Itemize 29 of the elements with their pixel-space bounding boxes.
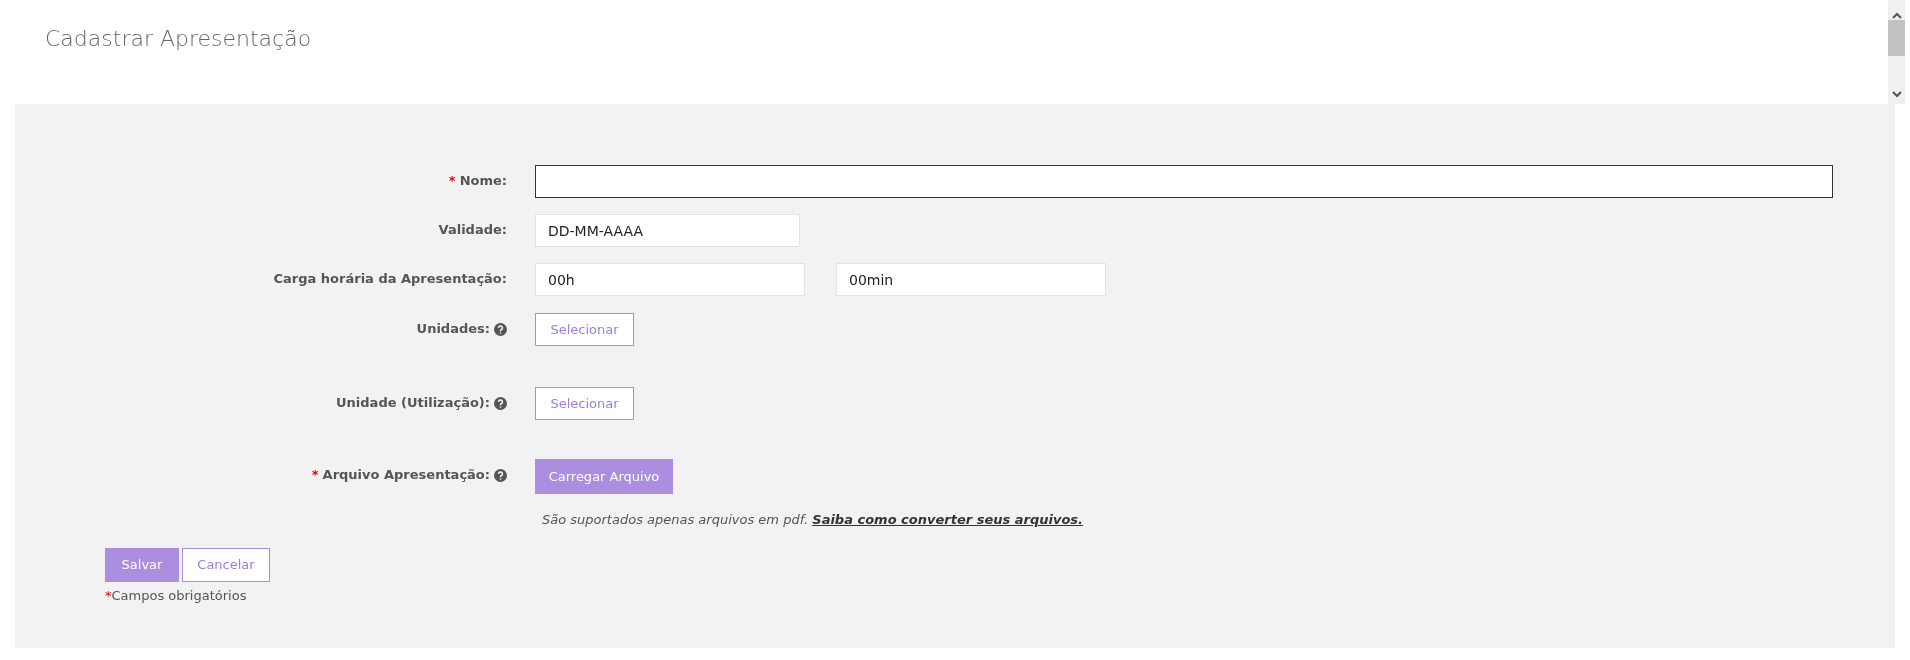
cancel-button[interactable]: Cancelar [182, 547, 270, 582]
hours-field[interactable]: 00h [535, 263, 805, 296]
field-label: Arquivo Apresentação: [322, 466, 490, 485]
help-icon [494, 322, 507, 336]
save-button[interactable]: Salvar [105, 547, 179, 582]
field-label: Validade: [438, 221, 507, 240]
scrollbar-thumb[interactable] [1888, 20, 1905, 56]
required-mark: * [448, 172, 456, 191]
scroll-down-icon[interactable] [1891, 90, 1902, 98]
help-icon [494, 468, 507, 482]
scrollbar[interactable] [1888, 0, 1905, 104]
minutes-field[interactable]: 00min [836, 263, 1106, 296]
field-label: Unidades: [416, 320, 490, 339]
select-button[interactable]: Selecionar [535, 387, 634, 420]
select-button[interactable]: Selecionar [535, 313, 634, 346]
convert-files-link[interactable]: Saiba como converter seus arquivos. [812, 512, 1084, 527]
supported-formats-note: São suportados apenas arquivos em pdf. Saiba como converter seus arquivos. [542, 511, 1084, 529]
input-field[interactable] [535, 165, 1833, 198]
field-label: Unidade (Utilização): [336, 394, 490, 413]
field-label: Nome: [459, 172, 507, 191]
field-label: Carga horária da Apresentação: [273, 270, 507, 289]
help-icon [494, 396, 507, 410]
required-mark: * [105, 586, 112, 605]
upload-button[interactable]: Carregar Arquivo [535, 459, 673, 494]
page-title: Cadastrar Apresentação [44, 25, 313, 53]
date-field[interactable]: DD-MM-AAAA [535, 214, 800, 247]
required-mark: * [311, 466, 319, 485]
required-fields-note: Campos obrigatórios [111, 586, 247, 605]
scroll-up-icon[interactable] [1891, 12, 1902, 20]
